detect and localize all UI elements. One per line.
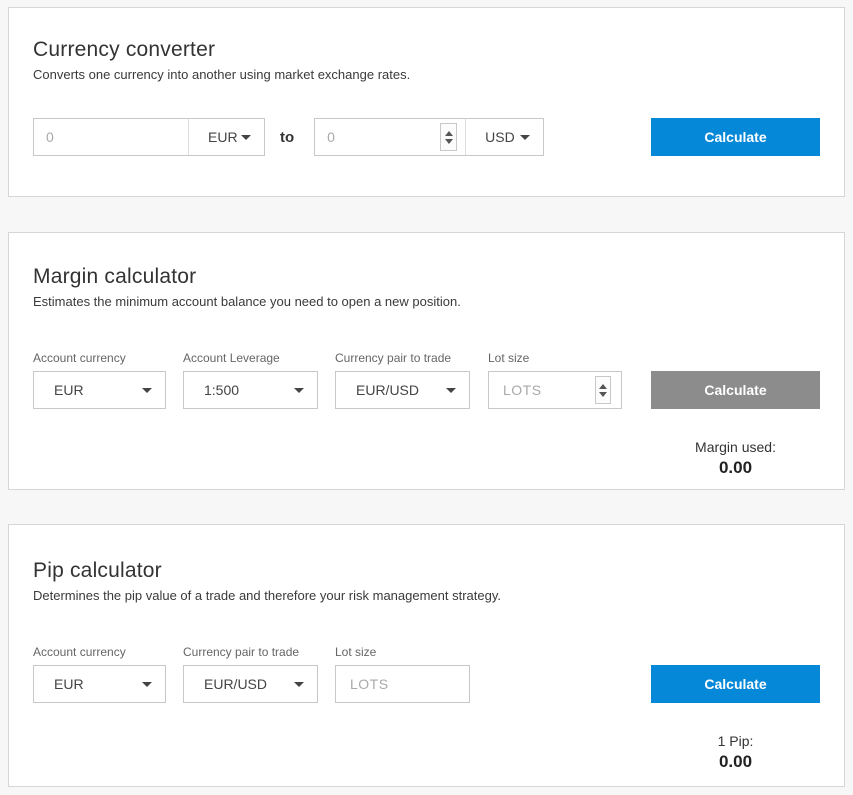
pip-currency-pair-select[interactable]: EUR/USD [183, 665, 318, 703]
margin-result-value: 0.00 [651, 458, 820, 478]
margin-calculator-panel: Margin calculator Estimates the minimum … [8, 232, 845, 490]
to-amount-stepper[interactable] [440, 123, 457, 151]
from-amount-group: EUR [33, 118, 265, 156]
pip-calculator-subtitle: Determines the pip value of a trade and … [33, 588, 820, 603]
account-leverage-label: Account Leverage [183, 351, 318, 365]
to-currency-select[interactable]: USD [465, 119, 543, 155]
pip-lot-size-input[interactable] [336, 666, 469, 702]
spinner-up-icon[interactable] [445, 131, 453, 136]
currency-converter-title: Currency converter [33, 38, 820, 62]
account-currency-label: Account currency [33, 645, 166, 659]
to-amount-group: USD [314, 118, 544, 156]
spinner-down-icon[interactable] [445, 139, 453, 144]
chevron-down-icon [446, 388, 456, 393]
margin-account-currency-field: Account currency EUR [33, 351, 166, 409]
pip-fields-row: Account currency EUR Currency pair to tr… [33, 645, 820, 703]
currency-pair-value: EUR/USD [356, 382, 419, 398]
currency-pair-label: Currency pair to trade [183, 645, 318, 659]
from-currency-select[interactable]: EUR [188, 119, 264, 155]
chevron-down-icon [241, 135, 251, 140]
margin-result-label: Margin used: [651, 439, 820, 455]
pip-account-currency-field: Account currency EUR [33, 645, 166, 703]
margin-lot-size-input[interactable] [489, 372, 595, 408]
converter-calculate-button[interactable]: Calculate [651, 118, 820, 156]
currency-pair-label: Currency pair to trade [335, 351, 470, 365]
from-amount-input[interactable] [34, 119, 188, 155]
pip-currency-pair-field: Currency pair to trade EUR/USD [183, 645, 318, 703]
to-amount-wrap [315, 119, 465, 155]
chevron-down-icon [142, 388, 152, 393]
from-currency-value: EUR [208, 129, 238, 145]
account-currency-label: Account currency [33, 351, 166, 365]
chevron-down-icon [520, 135, 530, 140]
lot-size-label: Lot size [335, 645, 470, 659]
to-label: to [280, 129, 294, 146]
pip-calculator-title: Pip calculator [33, 559, 820, 583]
from-amount-wrap [34, 119, 188, 155]
spinner-down-icon[interactable] [599, 392, 607, 397]
pip-calculator-panel: Pip calculator Determines the pip value … [8, 524, 845, 787]
margin-lot-size-box [488, 371, 622, 409]
pip-result-value: 0.00 [651, 752, 820, 772]
pip-lot-size-field: Lot size [335, 645, 470, 703]
margin-account-leverage-select[interactable]: 1:500 [183, 371, 318, 409]
currency-converter-panel: Currency converter Converts one currency… [8, 7, 845, 197]
margin-account-currency-select[interactable]: EUR [33, 371, 166, 409]
chevron-down-icon [294, 682, 304, 687]
pip-result-label: 1 Pip: [651, 733, 820, 749]
lot-size-label: Lot size [488, 351, 622, 365]
spinner-up-icon[interactable] [599, 384, 607, 389]
chevron-down-icon [142, 682, 152, 687]
margin-result: Margin used: 0.00 [651, 439, 820, 478]
margin-calculator-title: Margin calculator [33, 265, 820, 289]
to-amount-input[interactable] [315, 119, 440, 155]
pip-result: 1 Pip: 0.00 [651, 733, 820, 772]
currency-converter-subtitle: Converts one currency into another using… [33, 67, 820, 82]
pip-account-currency-select[interactable]: EUR [33, 665, 166, 703]
pip-lot-size-box [335, 665, 470, 703]
margin-calculate-button[interactable]: Calculate [651, 371, 820, 409]
margin-currency-pair-select[interactable]: EUR/USD [335, 371, 470, 409]
margin-currency-pair-field: Currency pair to trade EUR/USD [335, 351, 470, 409]
pip-calculate-button[interactable]: Calculate [651, 665, 820, 703]
margin-lot-size-stepper[interactable] [595, 376, 611, 404]
margin-fields-row: Account currency EUR Account Leverage 1:… [33, 351, 820, 409]
account-leverage-value: 1:500 [204, 382, 239, 398]
account-currency-value: EUR [54, 382, 84, 398]
chevron-down-icon [294, 388, 304, 393]
to-currency-value: USD [485, 129, 515, 145]
margin-account-leverage-field: Account Leverage 1:500 [183, 351, 318, 409]
currency-pair-value: EUR/USD [204, 676, 267, 692]
converter-row: EUR to USD Calculate [33, 118, 820, 156]
margin-calculator-subtitle: Estimates the minimum account balance yo… [33, 294, 820, 309]
margin-lot-size-field: Lot size [488, 351, 622, 409]
account-currency-value: EUR [54, 676, 84, 692]
